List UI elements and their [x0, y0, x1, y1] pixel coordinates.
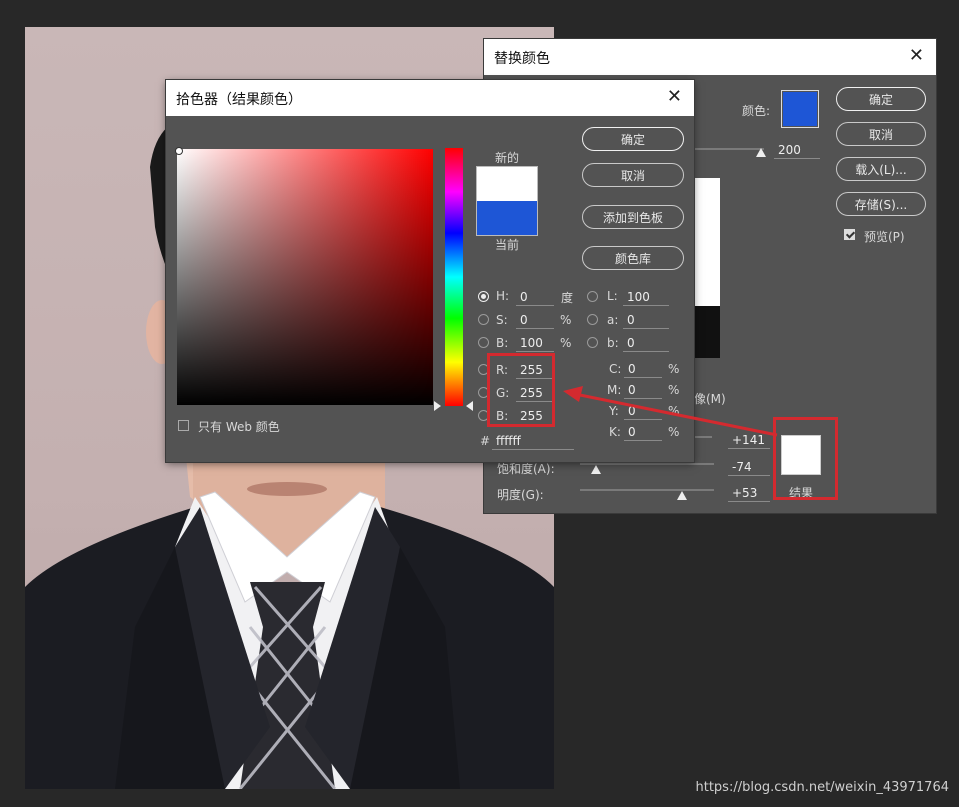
load-button[interactable]: 载入(L)...: [836, 157, 926, 181]
web-only-checkbox[interactable]: [178, 420, 189, 431]
target-color-fill: [783, 92, 817, 126]
s-field[interactable]: 0: [516, 312, 554, 329]
b-field[interactable]: 100: [516, 335, 554, 352]
preview-checkbox[interactable]: [844, 229, 855, 240]
b-label: B:: [496, 336, 509, 350]
h-unit: 度: [561, 291, 574, 305]
lab-b-field[interactable]: 0: [623, 335, 669, 352]
fuzziness-slider[interactable]: [694, 148, 764, 150]
lightness-slider[interactable]: [580, 489, 714, 491]
saturation-field[interactable]: -74: [728, 459, 770, 476]
fuzziness-slider-thumb[interactable]: [756, 148, 766, 157]
selection-preview: [694, 178, 720, 358]
picker-titlebar: 拾色器（结果颜色） ✕: [166, 80, 694, 116]
cancel-button[interactable]: 取消: [582, 163, 684, 187]
saturation-slider-thumb[interactable]: [591, 465, 601, 474]
arrow-head: [563, 386, 583, 402]
current-color-label: 当前: [495, 238, 520, 252]
close-icon[interactable]: ✕: [667, 86, 682, 107]
lightness-label: 明度(G):: [497, 488, 544, 502]
ok-button[interactable]: 确定: [836, 87, 926, 111]
hue-slider-right-arrow[interactable]: [466, 401, 473, 411]
picker-title: 拾色器（结果颜色）: [176, 92, 302, 108]
save-button[interactable]: 存储(S)...: [836, 192, 926, 216]
lightness-slider-thumb[interactable]: [677, 491, 687, 500]
current-color-swatch[interactable]: [477, 201, 537, 235]
cancel-button[interactable]: 取消: [836, 122, 926, 146]
hue-slider-left-arrow[interactable]: [434, 401, 441, 411]
c-field[interactable]: 0: [624, 361, 662, 378]
c-unit: %: [668, 362, 680, 376]
result-highlight-box: [773, 417, 838, 500]
web-only-label: 只有 Web 颜色: [198, 420, 280, 434]
color-field[interactable]: [177, 149, 433, 405]
color-comparison: [476, 166, 538, 236]
color-label: 颜色:: [742, 104, 771, 118]
selection-preview-dark: [694, 306, 720, 358]
lightness-field[interactable]: +53: [728, 485, 770, 502]
lab-b-radio[interactable]: [587, 337, 598, 348]
color-field-marker[interactable]: [175, 147, 183, 155]
l-label: L:: [607, 289, 618, 303]
lab-b-label: b:: [607, 336, 619, 350]
ok-button[interactable]: 确定: [582, 127, 684, 151]
c-label: C:: [609, 362, 622, 376]
a-label: a:: [607, 313, 619, 327]
hue-strip[interactable]: [445, 148, 463, 406]
h-label: H:: [496, 289, 510, 303]
watermark: https://blog.csdn.net/weixin_43971764: [695, 780, 949, 795]
b-unit: %: [560, 336, 572, 350]
s-radio[interactable]: [478, 314, 489, 325]
hex-label: #: [480, 434, 491, 448]
color-libraries-button[interactable]: 颜色库: [582, 246, 684, 270]
a-radio[interactable]: [587, 314, 598, 325]
l-field[interactable]: 100: [623, 289, 669, 306]
new-color-swatch: [477, 167, 537, 201]
preview-label: 预览(P): [864, 230, 905, 244]
close-icon[interactable]: ✕: [909, 45, 924, 66]
target-color-swatch[interactable]: [781, 90, 819, 128]
fuzziness-field[interactable]: 200: [774, 142, 820, 159]
h-field[interactable]: 0: [516, 289, 554, 306]
h-radio[interactable]: [478, 291, 489, 302]
b-radio[interactable]: [478, 337, 489, 348]
a-field[interactable]: 0: [623, 312, 669, 329]
dialog-title: 替换颜色: [494, 51, 550, 67]
rgb-highlight-box: [487, 353, 555, 427]
replace-color-titlebar: 替换颜色 ✕: [484, 39, 936, 75]
s-label: S:: [496, 313, 508, 327]
arrow-line: [574, 392, 778, 437]
l-radio[interactable]: [587, 291, 598, 302]
saturation-label: 饱和度(A):: [497, 462, 555, 476]
arrow-annotation: [563, 386, 778, 437]
add-to-swatches-button[interactable]: 添加到色板: [582, 205, 684, 229]
new-color-label: 新的: [495, 151, 520, 165]
s-unit: %: [560, 313, 572, 327]
